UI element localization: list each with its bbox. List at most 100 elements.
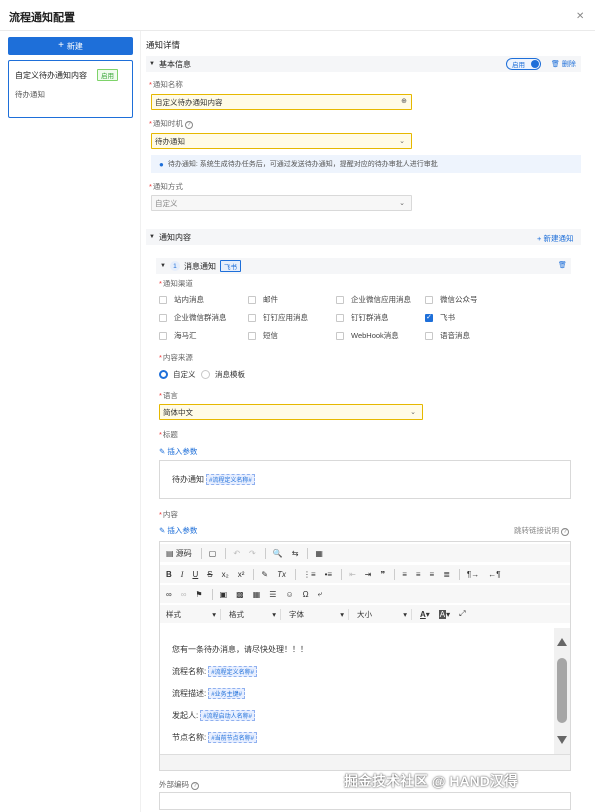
undo-icon[interactable]: ↶ xyxy=(233,549,240,558)
source-label: *内容来源 xyxy=(159,353,193,362)
title-input[interactable]: 待办通知 #流程定义名称# xyxy=(159,460,571,499)
ltr-icon[interactable]: ¶→ xyxy=(467,570,479,579)
ordered-list-icon[interactable]: ⋮≡ xyxy=(303,570,316,579)
align-right-icon[interactable]: ≡ xyxy=(430,570,435,579)
channel-checkbox[interactable]: 钉钉应用消息 xyxy=(248,312,308,323)
bg-color-icon[interactable]: A ▾ xyxy=(438,609,450,619)
add-notice-button[interactable]: + 新建通知 xyxy=(537,233,573,244)
sidebar-divider xyxy=(140,31,141,812)
outdent-icon[interactable]: ⇤ xyxy=(349,570,356,579)
new-notification-button[interactable]: + 新建 xyxy=(8,37,133,55)
copy-format-icon[interactable]: ✎ xyxy=(261,570,268,579)
outer-code-input[interactable] xyxy=(159,792,571,810)
globe-icon[interactable]: ⊕ xyxy=(401,97,407,105)
radio-dot xyxy=(201,370,210,379)
jump-link-label: 跳转链接说明 xyxy=(514,526,559,535)
jump-link-help[interactable]: 跳转链接说明? xyxy=(514,525,569,536)
scroll-up-arrow-icon[interactable] xyxy=(557,638,567,646)
channel-checkbox[interactable]: 钉钉群消息 xyxy=(336,312,389,323)
sidebar-item-custom-todo[interactable]: 自定义待办通知内容 启用 待办通知 xyxy=(8,60,133,118)
timing-label: *通知时机? xyxy=(149,118,193,129)
channel-checkbox[interactable]: 海马汇 xyxy=(159,330,197,341)
timing-value: 待办通知 xyxy=(155,136,185,146)
strikethrough-icon[interactable]: S xyxy=(207,570,212,579)
bullet-list-icon[interactable]: •≡ xyxy=(325,570,332,579)
insert-param-link-body[interactable]: ✎ 插入参数 xyxy=(159,525,197,536)
page-break-icon[interactable]: ⤶ xyxy=(318,589,322,599)
font-dropdown[interactable]: 字体 ▾ xyxy=(289,608,349,620)
delete-button[interactable]: 🗑 删除 xyxy=(551,59,576,69)
align-left-icon[interactable]: ≡ xyxy=(402,570,407,579)
align-justify-icon[interactable]: ≣ xyxy=(443,570,450,579)
find-icon[interactable]: 🔍 xyxy=(273,549,283,558)
underline-icon[interactable]: U xyxy=(192,570,198,579)
horizontal-rule-icon[interactable]: ☰ xyxy=(269,590,276,599)
link-icon[interactable]: ∞ xyxy=(166,590,172,599)
preview-icon[interactable]: ▢ xyxy=(209,549,217,558)
channel-checkbox[interactable]: 微信公众号 xyxy=(425,294,478,305)
align-center-icon[interactable]: ≡ xyxy=(416,570,421,579)
image-icon[interactable]: ▣ xyxy=(220,590,228,599)
size-dropdown[interactable]: 大小 ▾ xyxy=(357,608,412,620)
help-icon[interactable]: ? xyxy=(184,121,193,129)
channel-checkbox[interactable]: WebHook消息 xyxy=(336,330,399,341)
channel-checkbox[interactable]: 语音消息 xyxy=(425,330,470,341)
rich-text-editor[interactable]: ▤ 源码 ▢ ↶ ↷ 🔍 ⇆ ▦ B I U S x₂ x² ✎ Tx ⋮≡ •… xyxy=(159,541,571,771)
plus-icon: + xyxy=(537,234,542,243)
name-input[interactable]: 自定义待办通知内容 ⊕ xyxy=(151,94,412,110)
channel-checkbox[interactable]: ✓ 飞书 xyxy=(425,312,455,323)
channel-checkbox[interactable]: 短信 xyxy=(248,330,278,341)
size-dropdown-label: 大小 xyxy=(357,609,372,619)
indent-icon[interactable]: ⇥ xyxy=(365,570,372,579)
scroll-thumb[interactable] xyxy=(557,658,567,723)
toolbar-row-4: 样式 ▾ 格式 ▾ 字体 ▾ 大小 ▾ A ▾ A ▾ ⤢ xyxy=(160,605,570,623)
content-header[interactable]: ▼ 通知内容 xyxy=(146,229,581,245)
emoji-icon[interactable]: ☺ xyxy=(285,590,293,599)
source-radio-template[interactable]: 消息模板 xyxy=(201,369,245,380)
toolbar-separator xyxy=(253,568,255,580)
rtl-icon[interactable]: ←¶ xyxy=(488,570,500,579)
channel-checkbox[interactable]: 站内消息 xyxy=(159,294,204,305)
title-text: 待办通知 xyxy=(172,475,204,484)
source-code-button[interactable]: ▤ 源码 xyxy=(166,548,192,559)
blockquote-icon[interactable]: ❞ xyxy=(381,570,386,579)
unlink-icon[interactable]: ∞ xyxy=(181,590,187,599)
checkbox-box xyxy=(336,313,344,322)
insert-param-link-title[interactable]: ✎ 插入参数 xyxy=(159,446,197,457)
title-label: *标题 xyxy=(159,430,178,439)
table-icon[interactable]: ▦ xyxy=(253,590,261,599)
source-radio-custom[interactable]: 自定义 xyxy=(159,369,196,380)
select-all-icon[interactable]: ▦ xyxy=(315,549,323,558)
italic-icon[interactable]: I xyxy=(181,570,184,579)
language-select[interactable]: 简体中文 ⌄ xyxy=(159,404,423,420)
clear-format-icon[interactable]: Tx xyxy=(277,570,286,579)
video-icon[interactable]: ▩ xyxy=(236,590,244,599)
text-color-icon[interactable]: A ▾ xyxy=(420,610,430,619)
scroll-down-arrow-icon[interactable] xyxy=(557,736,567,744)
notice-item-header[interactable]: ▼ 1 消息通知 飞书 xyxy=(156,258,571,274)
channel-checkbox[interactable]: 邮件 xyxy=(248,294,278,305)
insert-param-label: 插入参数 xyxy=(167,526,198,535)
editor-scrollbar[interactable] xyxy=(554,628,570,754)
channel-label-text: 钉钉应用消息 xyxy=(263,313,308,322)
editor-body[interactable]: 您有一条待办消息，请尽快处理！！！ 流程名称: #流程定义名称# 流程描述: #业务… xyxy=(160,628,554,754)
anchor-flag-icon[interactable]: ⚑ xyxy=(195,590,202,599)
channel-checkbox[interactable]: 企业微信群消息 xyxy=(159,312,227,323)
format-dropdown[interactable]: 格式 ▾ xyxy=(229,608,281,620)
outer-code-label: 外部编码? xyxy=(159,779,199,790)
timing-select[interactable]: 待办通知 ⌄ xyxy=(151,133,412,149)
method-select[interactable]: 自定义 ⌄ xyxy=(151,195,412,211)
special-char-icon[interactable]: Ω xyxy=(303,590,309,599)
bold-icon[interactable]: B xyxy=(166,570,172,579)
trash-icon[interactable]: 🗑 xyxy=(558,261,567,269)
channel-checkbox[interactable]: 企业微信应用消息 xyxy=(336,294,411,305)
subscript-icon[interactable]: x₂ xyxy=(222,570,229,579)
replace-icon[interactable]: ⇆ xyxy=(292,549,299,558)
checkbox-box xyxy=(336,295,344,304)
enable-toggle[interactable]: 启用 xyxy=(506,58,541,70)
redo-icon[interactable]: ↷ xyxy=(249,549,256,558)
superscript-icon[interactable]: x² xyxy=(238,570,245,579)
close-icon[interactable]: ✕ xyxy=(576,11,584,22)
style-dropdown[interactable]: 样式 ▾ xyxy=(166,608,221,620)
maximize-icon[interactable]: ⤢ xyxy=(459,609,465,619)
